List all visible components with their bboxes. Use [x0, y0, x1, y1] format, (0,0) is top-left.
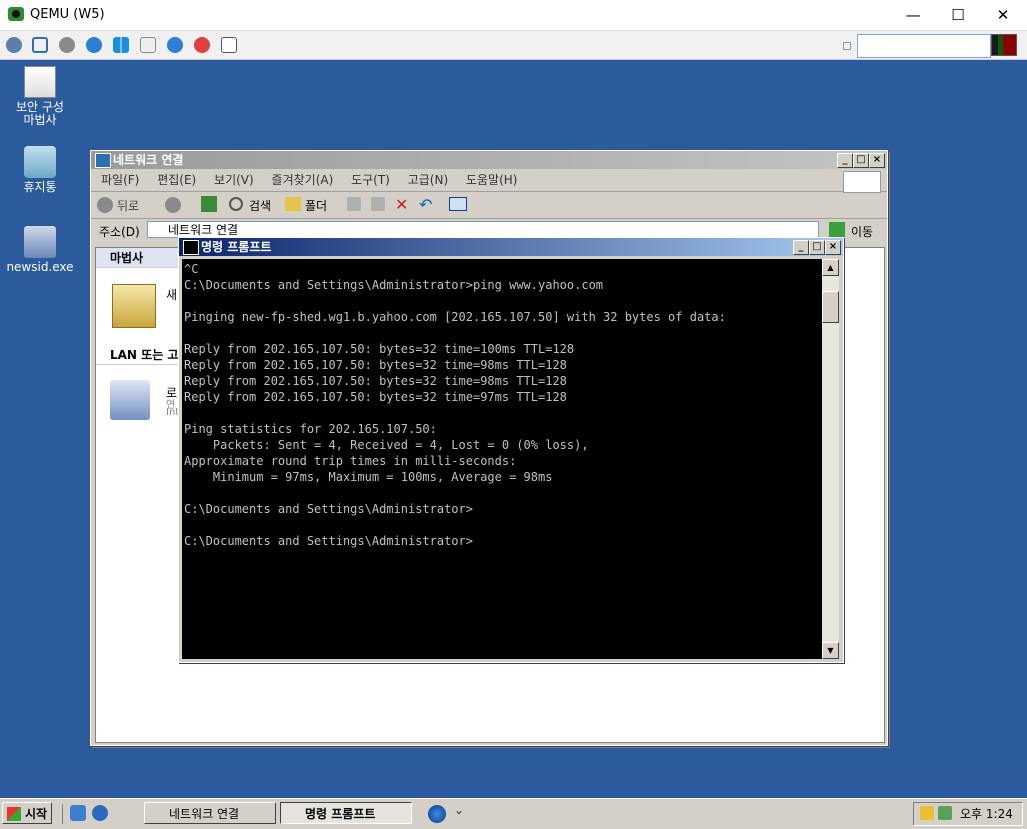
cmd-maximize-button[interactable]: □ [809, 240, 825, 255]
maximize-button[interactable]: ☐ [938, 4, 978, 26]
computer-icon [24, 226, 56, 258]
menu-edit[interactable]: 편집(E) [157, 173, 196, 187]
net-minimize-button[interactable]: _ [837, 153, 853, 168]
cluster-icon[interactable] [6, 37, 22, 53]
network-window-titlebar[interactable]: 네트워크 연결 _ □ × [91, 151, 887, 169]
power-icon[interactable] [194, 37, 210, 53]
security-shield-icon[interactable] [920, 806, 934, 820]
go-arrow-icon[interactable] [829, 222, 845, 237]
menu-view[interactable]: 보기(V) [214, 173, 254, 187]
menu-advanced[interactable]: 고급(N) [408, 173, 448, 187]
address-input[interactable]: 네트워크 연결 [147, 221, 819, 238]
show-desktop-icon[interactable] [70, 805, 86, 821]
menu-tools[interactable]: 도구(T) [351, 173, 390, 187]
security-wizard-icon [24, 66, 56, 98]
wizard-item-label[interactable]: 새 [166, 286, 177, 303]
up-folder-icon[interactable] [201, 196, 217, 212]
taskbar-command-prompt[interactable]: 명령 프롬프트 [280, 802, 412, 824]
forward-arrow-icon[interactable] [165, 197, 181, 213]
desktop-icon-recycle-bin[interactable]: 휴지통 [2, 146, 78, 194]
search-icon[interactable] [229, 197, 243, 211]
start-button[interactable]: 시작 [2, 802, 52, 824]
fullscreen-icon[interactable] [32, 37, 48, 53]
settings-icon[interactable] [59, 37, 75, 53]
scroll-up-button[interactable]: ▲ [822, 259, 839, 276]
qemu-logo-icon [8, 7, 24, 21]
cmd-icon [183, 240, 199, 255]
cmd-minimize-button[interactable]: _ [793, 240, 809, 255]
section-header-lan: LAN 또는 고 [110, 348, 179, 362]
desktop-icon-label: 보안 구성 마법사 [16, 100, 64, 127]
usb-icon[interactable] [140, 37, 156, 53]
back-arrow-icon[interactable] [97, 197, 113, 213]
taskbar: 시작 네트워크 연결 명령 프롬프트 ⌄ 오후 1:24 [0, 798, 1027, 829]
qemu-option-checkbox[interactable] [843, 42, 851, 50]
network-menubar: 파일(F) 편집(E) 보기(V) 즐겨찾기(A) 도구(T) 고급(N) 도움… [91, 169, 887, 193]
recycle-bin-icon [24, 146, 56, 178]
menu-favorites[interactable]: 즐겨찾기(A) [272, 173, 334, 187]
net-maximize-button[interactable]: □ [853, 153, 869, 168]
folders-icon[interactable] [285, 197, 301, 211]
scroll-thumb[interactable] [822, 291, 839, 323]
lan-connection-icon[interactable] [110, 380, 150, 420]
overflow-chevron-icon[interactable]: ⌄ [454, 803, 464, 817]
search-button-label[interactable]: 검색 [249, 197, 271, 214]
command-prompt-window: 명령 프롬프트 _ □ × ^C C:\Documents and Settin… [178, 237, 844, 663]
network-window-title: 네트워크 연결 [113, 153, 184, 167]
scroll-down-button[interactable]: ▼ [822, 642, 839, 659]
desktop-icon-label: 휴지통 [23, 180, 57, 194]
cmd-console-output[interactable]: ^C C:\Documents and Settings\Administrat… [182, 259, 824, 659]
undo-icon[interactable]: ↶ [419, 195, 432, 214]
network-folder-icon [95, 153, 111, 168]
desktop-icon-newsid[interactable]: newsid.exe [2, 226, 78, 274]
globe-icon[interactable] [428, 805, 446, 823]
qemu-window-title: QEMU (W5) [30, 7, 105, 22]
back-button-label[interactable]: 뒤로 [117, 197, 139, 214]
net-close-button[interactable]: × [869, 153, 885, 168]
info-icon[interactable] [167, 37, 183, 53]
ie-icon[interactable] [92, 805, 108, 821]
go-button-label[interactable]: 이동 [851, 223, 873, 240]
taskbar-network-connections[interactable]: 네트워크 연결 [144, 802, 276, 824]
cmd-window-titlebar[interactable]: 명령 프롬프트 _ □ × [179, 238, 843, 256]
cmd-close-button[interactable]: × [825, 240, 841, 255]
system-tray: 오후 1:24 [913, 802, 1023, 826]
windows-icon[interactable] [113, 37, 129, 53]
section-divider [96, 364, 186, 365]
desktop-icon-security-wizard[interactable]: 보안 구성 마법사 [2, 66, 78, 127]
removable-icon[interactable] [221, 37, 237, 53]
qemu-color-swatch[interactable] [991, 34, 1017, 56]
section-header-wizard: 마법사 [96, 248, 186, 268]
cmd-scrollbar[interactable]: ▲ ▼ [822, 259, 839, 659]
qemu-command-input[interactable] [857, 34, 991, 58]
network-tray-icon[interactable] [938, 806, 952, 820]
taskbar-divider [62, 804, 63, 824]
delete-icon[interactable]: ✕ [395, 195, 408, 214]
tray-clock[interactable]: 오후 1:24 [960, 803, 1013, 825]
desktop-icon-label: newsid.exe [6, 260, 74, 274]
network-toolbar: 뒤로 검색 폴더 ✕ ↶ [91, 192, 887, 219]
close-button[interactable]: ✕ [983, 4, 1023, 26]
cmd-window-title: 명령 프롬프트 [201, 240, 272, 254]
qemu-title-bar: QEMU (W5) — ☐ ✕ [0, 0, 1027, 31]
views-icon[interactable] [449, 197, 467, 211]
new-connection-wizard-icon[interactable] [112, 284, 156, 328]
menu-help[interactable]: 도움말(H) [466, 173, 518, 187]
minimize-button[interactable]: — [893, 4, 933, 26]
move-to-icon[interactable] [347, 197, 361, 211]
windows-flag-icon [843, 171, 881, 193]
copy-to-icon[interactable] [371, 197, 385, 211]
address-label: 주소(D) [99, 225, 140, 239]
folders-button-label[interactable]: 폴더 [305, 197, 327, 214]
refresh-icon[interactable] [86, 37, 102, 53]
menu-file[interactable]: 파일(F) [101, 173, 139, 187]
